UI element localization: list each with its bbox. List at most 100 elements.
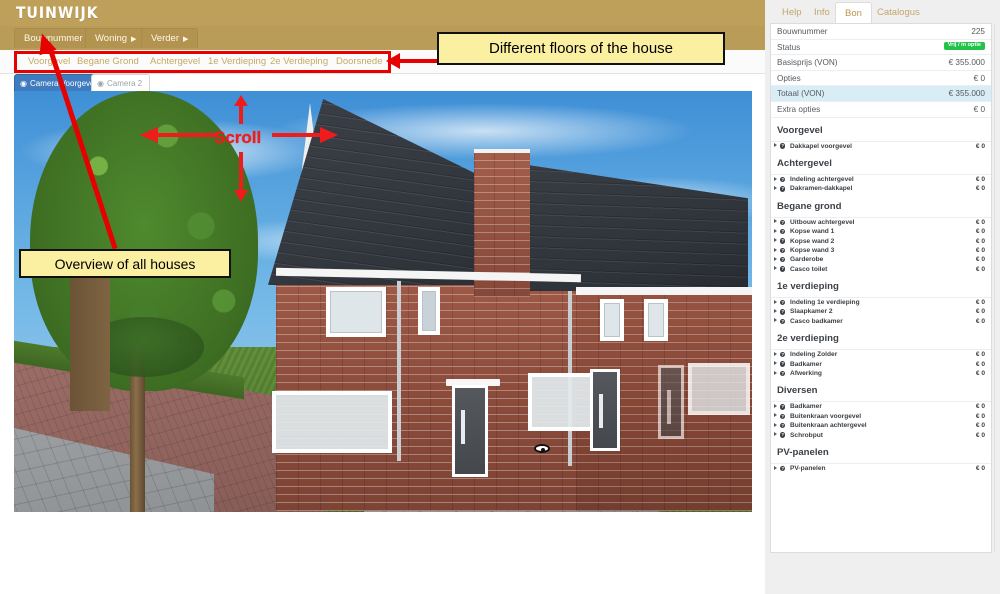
expand-triangle-icon[interactable] — [774, 370, 777, 375]
annotation-arrow-right-head — [320, 127, 338, 143]
expand-triangle-icon[interactable] — [774, 361, 777, 366]
info-icon[interactable]: ? — [780, 176, 786, 183]
expand-triangle-icon[interactable] — [774, 299, 777, 304]
window-upper-4 — [644, 299, 668, 341]
option-label: Kopse wand 1 — [790, 228, 835, 236]
option-row[interactable]: ? Uitbouw achtergevel € 0 — [771, 218, 991, 227]
hotspot-marker[interactable] — [534, 444, 550, 453]
sidebar-tab-catalogus[interactable]: Catalogus — [868, 2, 929, 24]
info-icon[interactable]: ? — [780, 465, 786, 472]
window-upper-3 — [600, 299, 624, 341]
option-row[interactable]: ? Buitenkraan achtergevel € 0 — [771, 421, 991, 430]
option-price: € 0 — [975, 265, 985, 273]
info-icon[interactable]: ? — [780, 299, 786, 306]
option-row[interactable]: ? Indeling Zolder € 0 — [771, 350, 991, 359]
option-row[interactable]: ? Kopse wand 1 € 0 — [771, 227, 991, 236]
expand-triangle-icon[interactable] — [774, 465, 777, 470]
info-icon[interactable]: ? — [780, 238, 786, 244]
expand-triangle-icon[interactable] — [774, 318, 777, 323]
sidebar-tab-bon[interactable]: Bon — [835, 2, 872, 24]
option-row[interactable]: ? Dakkapel voorgevel € 0 — [771, 142, 991, 151]
door-handle — [667, 390, 671, 424]
menu-button-label: Woning — [95, 33, 128, 44]
callout-different-floors: Different floors of the house — [437, 32, 725, 65]
summary-row-label: Extra opties — [777, 104, 821, 114]
expand-triangle-icon[interactable] — [774, 238, 777, 243]
brand-bar: TUINWIJK — [0, 0, 765, 26]
option-row[interactable]: ? Badkamer € 0 — [771, 360, 991, 369]
expand-triangle-icon[interactable] — [774, 256, 777, 261]
option-label: Casco badkamer — [790, 317, 843, 325]
option-row[interactable]: ? Indeling 1e verdieping € 0 — [771, 298, 991, 307]
expand-triangle-icon[interactable] — [774, 219, 777, 224]
expand-triangle-icon[interactable] — [774, 422, 777, 427]
option-label: Buitenkraan achtergevel — [790, 422, 867, 430]
summary-row-value: € 355.000 — [948, 58, 985, 68]
option-row[interactable]: ? Kopse wand 3 € 0 — [771, 246, 991, 255]
option-row[interactable]: ? PV-panelen € 0 — [771, 464, 991, 473]
sidebar-scrollbar[interactable] — [994, 23, 1000, 553]
info-icon[interactable]: ? — [780, 370, 786, 377]
info-icon[interactable]: ? — [780, 413, 786, 419]
option-row[interactable]: ? Buitenkraan voorgevel € 0 — [771, 412, 991, 421]
expand-triangle-icon[interactable] — [774, 309, 777, 314]
info-icon[interactable]: ? — [780, 257, 786, 263]
info-icon[interactable]: ? — [780, 352, 786, 358]
info-icon[interactable]: ? — [780, 228, 786, 235]
annotation-arrow-down-shaft — [239, 152, 243, 192]
option-row[interactable]: ? Badkamer € 0 — [771, 402, 991, 411]
expand-triangle-icon[interactable] — [774, 143, 777, 148]
option-price: € 0 — [975, 237, 985, 245]
expand-triangle-icon[interactable] — [774, 404, 777, 409]
menu-button-label: Verder — [151, 33, 179, 44]
info-icon[interactable]: ? — [780, 432, 786, 438]
option-label: Afwerking — [790, 370, 822, 378]
option-row[interactable]: ? Schrobput € 0 — [771, 431, 991, 440]
camera-tab-camera-2[interactable]: ◉ Camera 2 — [91, 74, 151, 91]
viewport-3d-render[interactable] — [14, 91, 752, 512]
chevron-right-icon: ▶ — [183, 36, 189, 43]
option-row[interactable]: ? Garderobe € 0 — [771, 255, 991, 264]
info-icon[interactable]: ? — [780, 309, 786, 315]
info-icon[interactable]: ? — [780, 404, 786, 410]
summary-row-value: € 0 — [973, 104, 985, 114]
option-price: € 0 — [975, 351, 985, 359]
eave-right — [576, 287, 752, 295]
option-row[interactable]: ? Kopse wand 2 € 0 — [771, 237, 991, 246]
expand-triangle-icon[interactable] — [774, 228, 777, 233]
expand-triangle-icon[interactable] — [774, 351, 777, 356]
info-icon[interactable]: ? — [780, 219, 786, 225]
info-icon[interactable]: ? — [780, 318, 786, 325]
menu-button-verder[interactable]: Verder ▶ — [141, 28, 199, 48]
info-icon[interactable]: ? — [780, 143, 786, 149]
option-row[interactable]: ? Slaapkamer 2 € 0 — [771, 307, 991, 316]
callout-overview-of-houses: Overview of all houses — [19, 249, 231, 278]
option-label: Schrobput — [790, 431, 823, 439]
option-label: PV-panelen — [790, 464, 826, 472]
summary-row-label: Status — [777, 42, 801, 52]
sidebar-tab-info[interactable]: Info — [805, 2, 839, 24]
info-icon[interactable]: ? — [780, 186, 786, 192]
expand-triangle-icon[interactable] — [774, 176, 777, 181]
option-row[interactable]: ? Casco badkamer € 0 — [771, 317, 991, 326]
option-label: Indeling Zolder — [790, 351, 838, 359]
expand-triangle-icon[interactable] — [774, 185, 777, 190]
expand-triangle-icon[interactable] — [774, 432, 777, 437]
info-icon[interactable]: ? — [780, 247, 786, 254]
front-door-2[interactable] — [590, 369, 620, 451]
option-row[interactable]: ? Afwerking € 0 — [771, 369, 991, 378]
info-icon[interactable]: ? — [780, 423, 786, 429]
option-row[interactable]: ? Dakramen-dakkapel € 0 — [771, 184, 991, 193]
option-row[interactable]: ? Casco toilet € 0 — [771, 265, 991, 274]
option-price: € 0 — [975, 299, 985, 307]
info-icon[interactable]: ? — [780, 266, 786, 272]
expand-triangle-icon[interactable] — [774, 413, 777, 418]
section-title: 1e verdieping — [777, 281, 839, 293]
menu-button-woning[interactable]: Woning ▶ — [85, 28, 147, 48]
expand-triangle-icon[interactable] — [774, 266, 777, 271]
expand-triangle-icon[interactable] — [774, 247, 777, 252]
option-row[interactable]: ? Indeling achtergevel € 0 — [771, 175, 991, 184]
info-icon[interactable]: ? — [780, 361, 786, 367]
bon-panel[interactable]: Bouwnummer 225 Status Vrij / in optie Basisp… — [770, 23, 992, 553]
option-price: € 0 — [975, 228, 985, 236]
